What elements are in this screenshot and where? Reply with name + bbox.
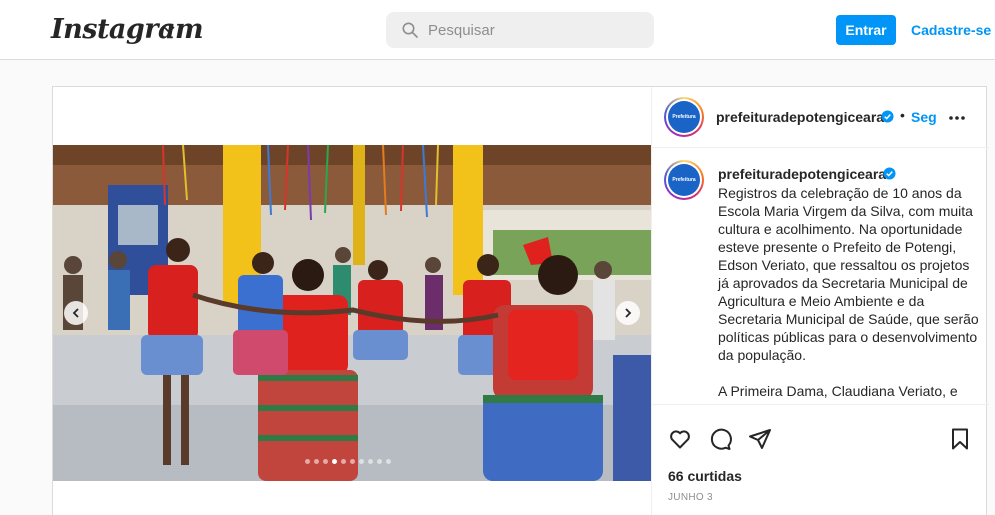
carousel-dot	[377, 459, 382, 464]
previous-slide-button[interactable]	[64, 301, 88, 325]
post-card: Prefeitura prefeituradepotengiceara • Se…	[52, 86, 989, 515]
share-icon[interactable]	[748, 427, 772, 451]
like-count[interactable]: 66 curtidas	[668, 468, 742, 484]
post-photo[interactable]	[53, 145, 651, 481]
post-header: Prefeitura prefeituradepotengiceara • Se…	[652, 87, 989, 148]
caption-username[interactable]: prefeituradepotengiceara	[718, 166, 886, 182]
carousel-dot	[386, 459, 391, 464]
avatar[interactable]: Prefeitura	[664, 160, 704, 200]
carousel-dot	[359, 459, 364, 464]
avatar[interactable]: Prefeitura	[664, 97, 704, 137]
avatar-label: Prefeitura	[668, 164, 700, 196]
login-button[interactable]: Entrar	[836, 15, 896, 45]
author-username[interactable]: prefeituradepotengiceara	[716, 109, 884, 125]
more-icon[interactable]	[948, 115, 966, 121]
carousel-dot	[323, 459, 328, 464]
follow-button[interactable]: Seg	[911, 109, 937, 125]
post-media	[53, 87, 651, 515]
search-input[interactable]	[428, 12, 638, 48]
heart-icon[interactable]	[668, 427, 692, 451]
post-date[interactable]: JUNHO 3	[668, 492, 713, 503]
signup-link[interactable]: Cadastre-se	[911, 22, 991, 38]
carousel-dot	[305, 459, 310, 464]
chevron-down-icon[interactable]	[162, 22, 176, 36]
next-slide-button[interactable]	[616, 301, 640, 325]
caption-section: Prefeitura prefeituradepotengiceara Regi…	[652, 149, 989, 405]
chevron-right-icon	[625, 308, 632, 318]
bookmark-icon[interactable]	[948, 427, 972, 451]
search-box[interactable]	[386, 12, 654, 48]
search-icon	[402, 22, 418, 38]
top-navigation-bar: Instagram Entrar Cadastre-se	[0, 0, 995, 60]
post-sidebar: Prefeitura prefeituradepotengiceara • Se…	[651, 87, 989, 515]
carousel-dot	[368, 459, 373, 464]
carousel-dot	[350, 459, 355, 464]
verified-badge-icon	[881, 110, 894, 123]
post-caption: Registros da celebração de 10 anos da Es…	[718, 185, 979, 399]
instagram-logo[interactable]: Instagram	[51, 14, 204, 45]
carousel-dot	[314, 459, 319, 464]
chevron-left-icon	[72, 308, 79, 318]
comment-icon[interactable]	[708, 427, 732, 451]
post-actions	[652, 419, 989, 459]
separator-dot: •	[900, 107, 905, 123]
carousel-dot	[332, 459, 337, 464]
verified-badge-icon	[883, 167, 896, 180]
carousel-dot	[341, 459, 346, 464]
avatar-label: Prefeitura	[668, 101, 700, 133]
carousel-indicator	[305, 459, 391, 465]
